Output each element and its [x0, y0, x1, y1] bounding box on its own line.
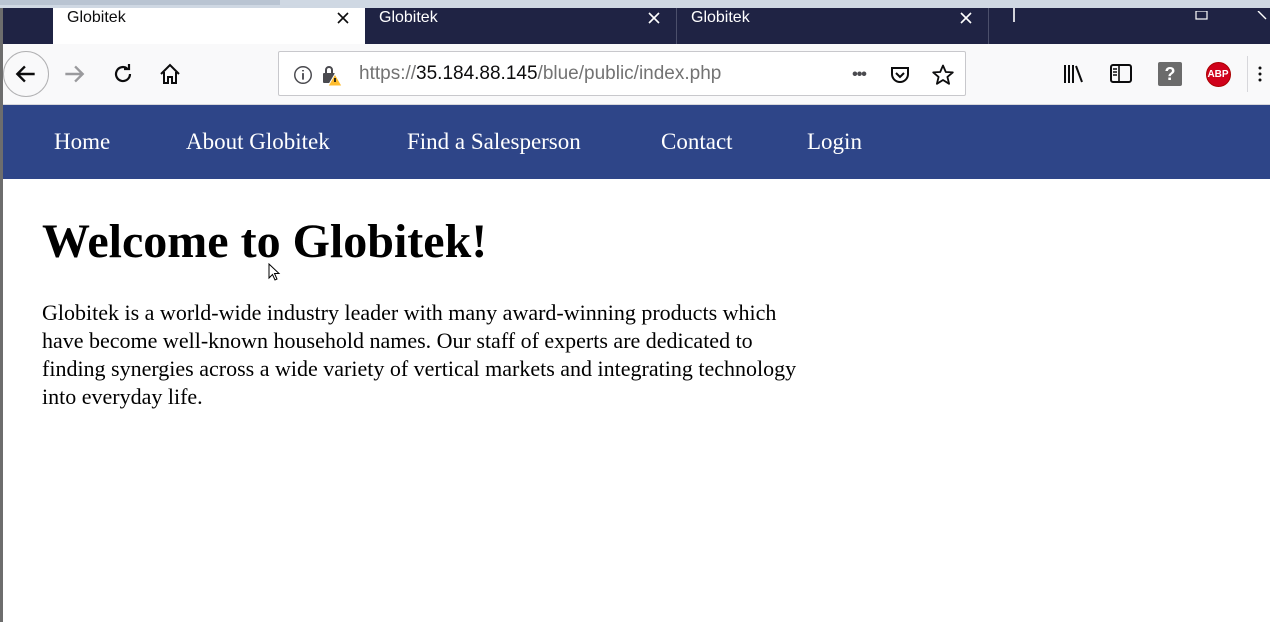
adblock-plus-icon: ABP: [1205, 61, 1231, 87]
url-text: https://35.184.88.145/blue/public/index.…: [359, 63, 721, 85]
tab-title: Globitek: [691, 9, 750, 26]
nav-link-find-salesperson[interactable]: Find a Salesperson: [407, 129, 581, 155]
insecure-lock-icon[interactable]: [319, 63, 343, 87]
tab-title: Globitek: [379, 9, 438, 26]
back-button[interactable]: [3, 51, 49, 97]
mouse-cursor-icon: [268, 262, 282, 283]
intro-paragraph: Globitek is a world-wide industry leader…: [42, 300, 797, 409]
navigation-toolbar: https://35.184.88.145/blue/public/index.…: [3, 44, 1270, 105]
close-icon[interactable]: [958, 10, 974, 26]
home-icon: [160, 63, 180, 84]
window-top-strip: [0, 0, 1270, 8]
tab-1[interactable]: Globitek: [53, 8, 365, 44]
tab-3[interactable]: Globitek: [677, 8, 989, 44]
library-icon[interactable]: [1061, 61, 1087, 87]
reload-icon: [114, 64, 132, 83]
nav-link-login[interactable]: Login: [807, 129, 862, 155]
overflow-menu-icon[interactable]: [1253, 61, 1267, 87]
page-actions-button[interactable]: •••: [847, 63, 871, 87]
forward-button[interactable]: [57, 57, 91, 91]
maximize-icon[interactable]: [1195, 8, 1209, 20]
close-icon[interactable]: [335, 10, 351, 26]
star-icon[interactable]: [931, 63, 955, 87]
tab-2[interactable]: Globitek: [365, 8, 677, 44]
page-content: Welcome to Globitek! Globitek is a world…: [3, 179, 1270, 622]
back-arrow-icon: [15, 65, 35, 83]
nav-link-home[interactable]: Home: [54, 129, 110, 155]
sidebar-icon[interactable]: [1108, 61, 1134, 87]
toolbar-separator: [1247, 56, 1248, 92]
help-extension-button[interactable]: ?: [1157, 61, 1183, 87]
pocket-icon[interactable]: [888, 63, 912, 87]
url-bar[interactable]: https://35.184.88.145/blue/public/index.…: [278, 51, 966, 96]
reload-button[interactable]: [106, 57, 140, 91]
page-heading: Welcome to Globitek!: [42, 215, 488, 268]
url-path: /blue/public/index.php: [537, 63, 722, 84]
home-button[interactable]: [153, 57, 187, 91]
window-top-strip-detail: [0, 0, 280, 5]
info-icon[interactable]: [291, 63, 315, 87]
forward-arrow-icon: [65, 65, 85, 83]
url-scheme: https://: [359, 63, 417, 84]
question-icon: ?: [1158, 62, 1182, 86]
close-icon[interactable]: [646, 10, 662, 26]
adblock-plus-button[interactable]: ABP: [1205, 61, 1231, 87]
site-navigation: Home About Globitek Find a Salesperson C…: [3, 105, 1270, 179]
nav-link-about[interactable]: About Globitek: [186, 129, 330, 155]
url-host: 35.184.88.145: [416, 63, 538, 84]
tab-bar: Globitek Globitek Globitek: [0, 8, 1270, 44]
close-window-icon[interactable]: [1256, 8, 1270, 20]
nav-link-contact[interactable]: Contact: [661, 129, 733, 155]
tab-title: Globitek: [67, 9, 126, 26]
new-tab-icon[interactable]: [1004, 8, 1024, 24]
